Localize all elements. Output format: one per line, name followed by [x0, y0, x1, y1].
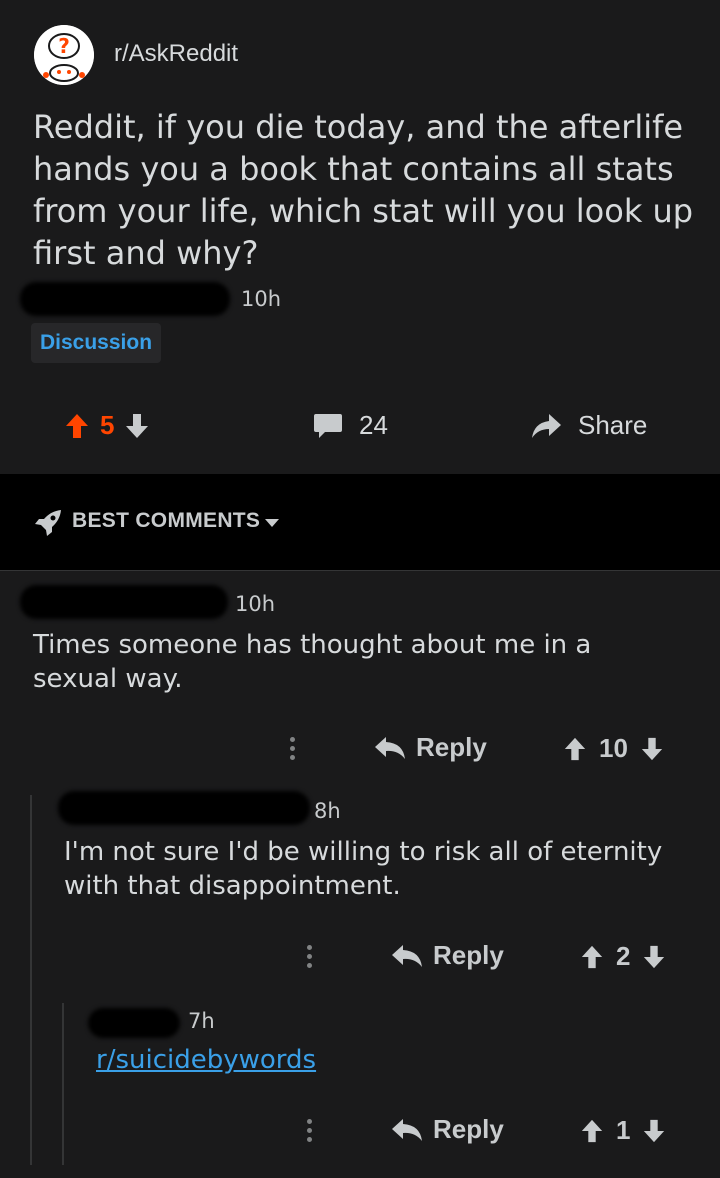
post-time: 10h [241, 287, 282, 311]
reply-label: Reply [416, 732, 487, 762]
post-title[interactable]: Reddit, if you die today, and the afterl… [33, 106, 703, 274]
post-card: ? r/AskReddit Reddit, if you die today, … [0, 0, 720, 474]
subreddit-link[interactable]: r/suicidebywords [96, 1045, 316, 1075]
upvote-icon[interactable] [64, 412, 90, 440]
reply-icon [392, 944, 422, 967]
svg-text:?: ? [58, 34, 70, 58]
comment-count: 24 [359, 410, 388, 440]
comment-body: r/suicidebywords [96, 1043, 496, 1077]
comment-time: 10h [235, 592, 276, 616]
thread-line[interactable] [62, 1003, 64, 1165]
comment-icon [314, 413, 342, 438]
subreddit-avatar[interactable]: ? [34, 25, 94, 85]
post-score: 5 [100, 410, 115, 440]
comment-score: 2 [616, 941, 631, 971]
post-flair[interactable]: Discussion [31, 323, 162, 363]
comment-time: 7h [188, 1009, 215, 1033]
upvote-icon[interactable] [563, 736, 587, 762]
reply-label: Reply [433, 1114, 504, 1144]
upvote-icon[interactable] [580, 944, 604, 970]
more-options-icon[interactable] [290, 733, 296, 764]
rocket-icon [35, 510, 61, 536]
more-options-icon[interactable] [307, 1115, 313, 1146]
comments-button[interactable]: 24 [313, 410, 388, 441]
comment-body: I'm not sure I'd be willing to risk all … [64, 837, 663, 901]
downvote-icon[interactable] [642, 1118, 666, 1144]
reply-button[interactable]: Reply [374, 732, 487, 763]
comment-score: 10 [599, 733, 628, 763]
comment-score: 1 [616, 1115, 631, 1145]
comment-vote-group: 1 [580, 1115, 666, 1146]
subreddit-name[interactable]: r/AskReddit [114, 40, 238, 68]
reply-label: Reply [433, 940, 504, 970]
reply-icon [392, 1118, 422, 1141]
askreddit-icon: ? [34, 25, 94, 85]
comment-vote-group: 10 [563, 733, 664, 764]
downvote-icon[interactable] [124, 412, 150, 440]
chevron-down-icon [265, 519, 279, 527]
reply-icon [375, 736, 405, 759]
comment-body: Times someone has thought about me in a … [33, 630, 592, 694]
redacted-username [58, 791, 310, 825]
post-action-bar: 5 24 Share [0, 400, 720, 456]
thread-line[interactable] [30, 795, 32, 1165]
comment-time: 8h [314, 799, 341, 823]
post-vote-group: 5 [64, 410, 150, 441]
share-button[interactable]: Share [530, 410, 647, 441]
downvote-icon[interactable] [642, 944, 666, 970]
comment-vote-group: 2 [580, 941, 666, 972]
reply-button[interactable]: Reply [391, 1114, 504, 1145]
sort-bar[interactable]: BEST COMMENTS [0, 474, 720, 571]
redacted-username [20, 585, 228, 619]
redacted-username [20, 282, 230, 316]
redacted-username [88, 1008, 180, 1038]
upvote-icon[interactable] [580, 1118, 604, 1144]
more-options-icon[interactable] [307, 941, 313, 972]
reply-button[interactable]: Reply [391, 940, 504, 971]
sort-label: BEST COMMENTS [72, 509, 261, 532]
downvote-icon[interactable] [640, 736, 664, 762]
share-icon [532, 413, 561, 438]
share-label: Share [578, 410, 648, 440]
